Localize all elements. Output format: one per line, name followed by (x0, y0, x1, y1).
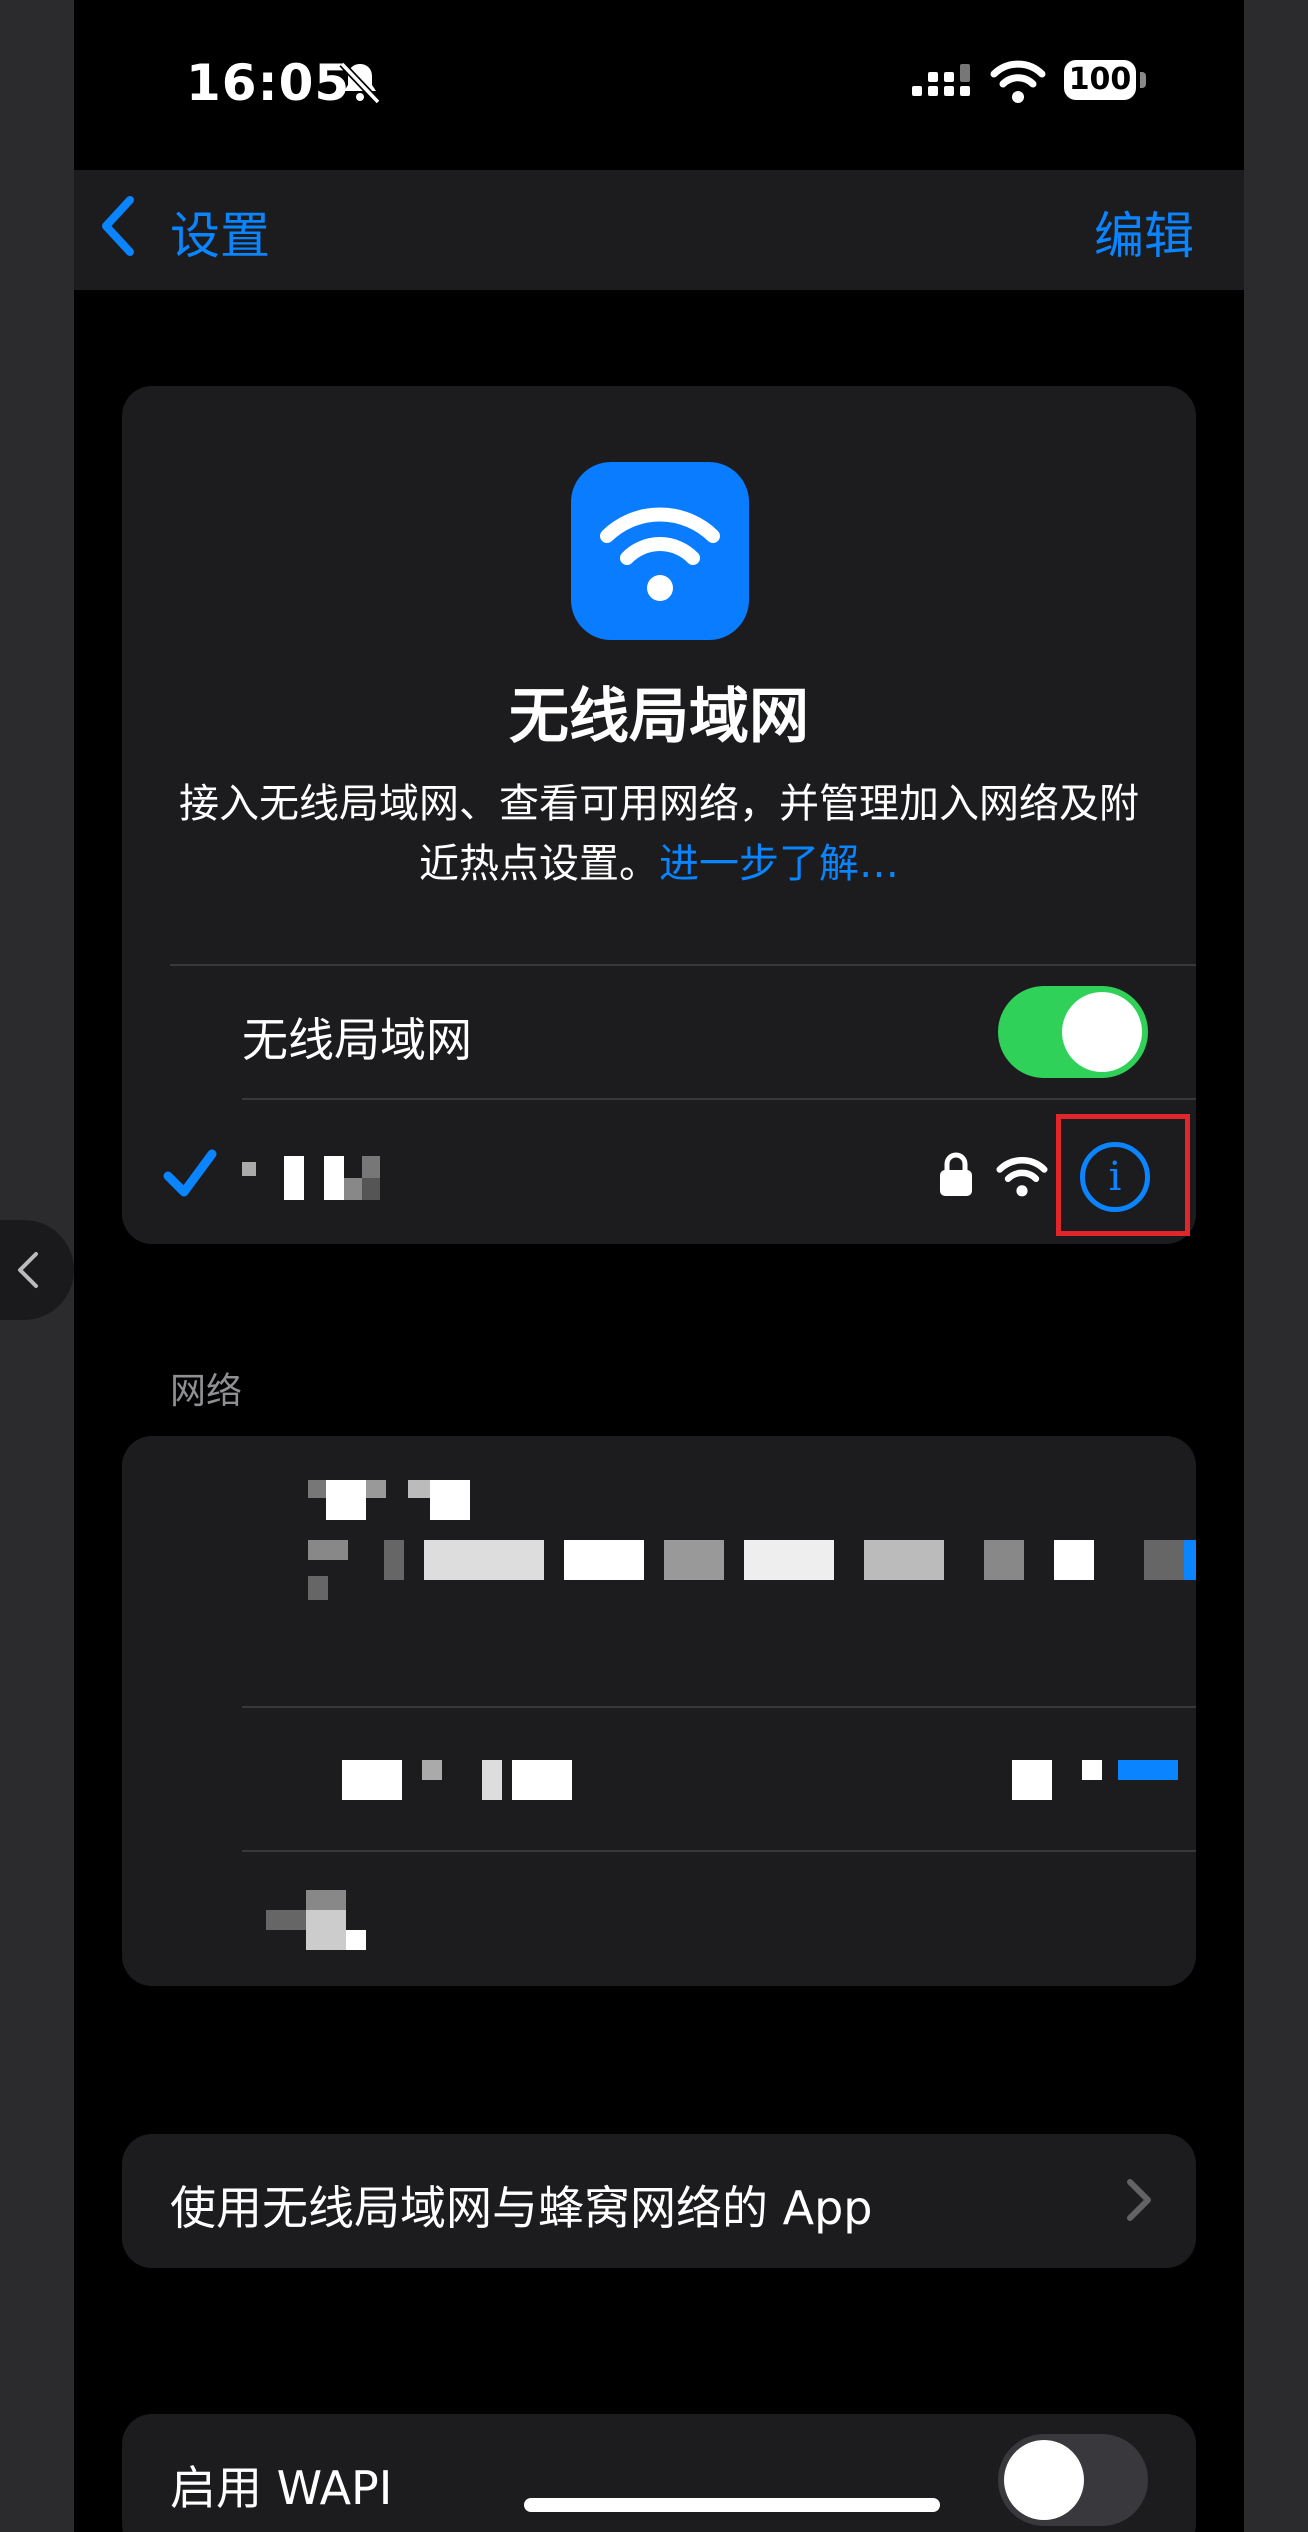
back-button[interactable]: 设置 (170, 196, 270, 268)
divider (242, 1098, 1196, 1100)
network-list-item[interactable] (282, 1756, 1196, 1800)
wapi-row: 启用 WAPI (122, 2414, 1196, 2532)
network-list-item[interactable] (308, 1480, 1196, 1600)
chevron-left-icon (18, 1252, 38, 1288)
status-bar: 16:05 100 (74, 0, 1244, 170)
apps-row-label: 使用无线局域网与蜂窝网络的 App (170, 2181, 873, 2235)
apps-using-wifi-row[interactable]: 使用无线局域网与蜂窝网络的 App (122, 2134, 1196, 2268)
highlight-box (1056, 1114, 1190, 1236)
wifi-app-icon (571, 462, 749, 640)
cellular-signal-icon (912, 64, 970, 96)
wifi-signal-icon (996, 1157, 1048, 1197)
connected-network-name[interactable] (242, 1156, 392, 1200)
chevron-left-icon[interactable] (98, 194, 138, 258)
network-list-item[interactable] (266, 1890, 466, 1950)
wifi-icon (990, 60, 1046, 103)
wifi-toggle[interactable] (998, 986, 1148, 1078)
side-back-button[interactable] (0, 1220, 74, 1320)
lock-icon (940, 1152, 972, 1196)
wapi-toggle[interactable] (998, 2434, 1148, 2526)
divider (242, 1706, 1196, 1708)
learn-more-link[interactable]: 进一步了解… (659, 841, 899, 887)
wifi-toggle-label: 无线局域网 (242, 1013, 472, 1067)
checkmark-icon (163, 1149, 217, 1197)
networks-list (122, 1436, 1196, 1986)
chevron-right-icon (1127, 2179, 1151, 2221)
wifi-icon (600, 507, 720, 601)
phone-screen: 16:05 100 设置 编辑 无线局域网 接入无线局域网、查看可用网络，并管理… (74, 0, 1244, 2532)
home-indicator[interactable] (524, 2498, 940, 2512)
wifi-description: 接入无线局域网、查看可用网络，并管理加入网络及附近热点设置。进一步了解… (162, 774, 1156, 894)
toggle-knob (1062, 992, 1142, 1072)
divider (170, 964, 1196, 966)
divider (242, 1850, 1196, 1852)
wapi-label: 启用 WAPI (170, 2461, 393, 2515)
navigation-bar: 设置 编辑 (74, 170, 1244, 290)
edit-button[interactable]: 编辑 (1094, 196, 1194, 268)
wifi-card: 无线局域网 接入无线局域网、查看可用网络，并管理加入网络及附近热点设置。进一步了… (122, 386, 1196, 1244)
toggle-knob (1004, 2440, 1084, 2520)
battery-icon: 100 (1064, 60, 1136, 100)
status-time: 16:05 (186, 54, 351, 112)
battery-tip (1140, 72, 1146, 88)
wifi-title: 无线局域网 (509, 682, 809, 752)
bell-slash-icon (339, 61, 381, 105)
networks-section-label: 网络 (170, 1371, 243, 1412)
